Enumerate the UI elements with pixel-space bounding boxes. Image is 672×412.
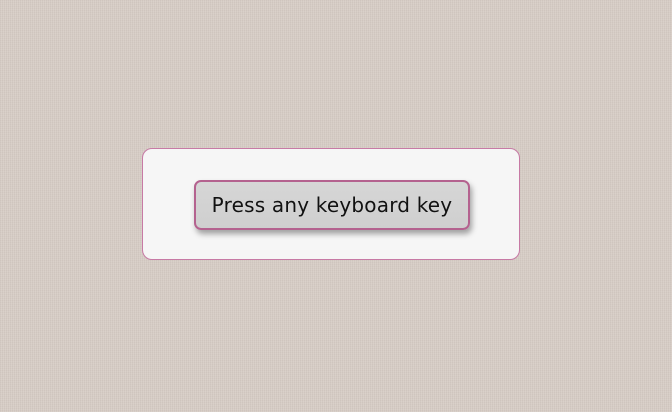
press-key-button[interactable]: Press any keyboard key: [194, 180, 470, 230]
press-key-label: Press any keyboard key: [211, 193, 453, 217]
page-background: { "prompt": { "label": "Press any keyboa…: [0, 0, 672, 412]
prompt-card: Press any keyboard key: [142, 148, 520, 260]
